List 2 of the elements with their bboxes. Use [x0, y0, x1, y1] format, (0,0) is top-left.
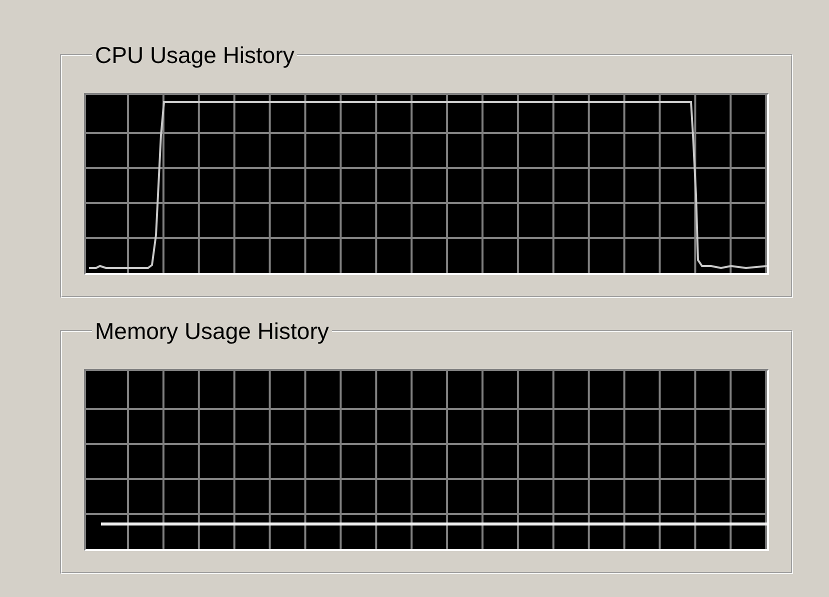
group-title: CPU Usage History: [94, 42, 296, 68]
group-title: Memory Usage History: [94, 318, 330, 344]
